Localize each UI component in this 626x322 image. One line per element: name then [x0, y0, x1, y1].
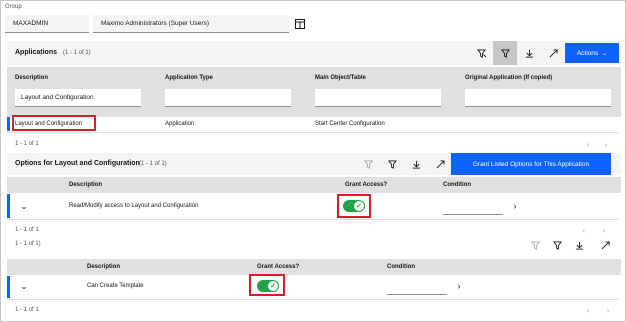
chevron-down-icon: ⌄	[602, 50, 608, 57]
col-application-type: Application Type	[165, 75, 213, 81]
option-description: Read/Modify access to Layout and Configu…	[69, 203, 199, 209]
options-count: (1 - 1 of 1)	[139, 161, 167, 167]
chevron-left-icon[interactable]: ‹	[581, 303, 595, 317]
collapse-icon[interactable]	[543, 43, 563, 63]
filter-original-application-input[interactable]	[465, 89, 611, 107]
download-icon[interactable]	[571, 237, 587, 253]
highlight-box	[249, 274, 285, 296]
chevron-right-icon[interactable]: ›	[451, 277, 467, 295]
filter-icon[interactable]	[549, 237, 565, 253]
group-application-window: Group MAXADMIN Maximo Administrators (Su…	[0, 0, 626, 322]
applications-title: Applications	[15, 49, 58, 56]
col-main-object: Main Object/Table	[315, 75, 366, 81]
grant-listed-options-button[interactable]: Grant Listed Options for This Applicatio…	[451, 153, 611, 175]
col-description: Description	[87, 264, 121, 270]
chevron-down-icon[interactable]: ⌄	[17, 199, 31, 213]
collapse-icon[interactable]	[431, 155, 449, 173]
table-icon[interactable]	[291, 15, 309, 33]
filter-icon[interactable]	[383, 155, 401, 173]
chevron-right-icon[interactable]: ›	[599, 137, 613, 151]
highlight-box	[337, 194, 371, 218]
clear-filter-icon[interactable]	[359, 155, 377, 173]
chevron-left-icon[interactable]: ‹	[581, 137, 595, 151]
selected-row-indicator	[7, 276, 10, 298]
options-title: Options for Layout and Configuration	[15, 160, 140, 167]
divider	[7, 219, 621, 220]
chevron-right-icon[interactable]: ›	[597, 223, 611, 237]
sub-option-description: Can Create Template	[87, 283, 144, 289]
filter-application-type-input[interactable]	[165, 89, 291, 107]
divider	[7, 132, 621, 133]
divider	[7, 299, 621, 300]
chevron-right-icon[interactable]: ›	[507, 197, 523, 215]
group-label: Group	[5, 4, 22, 10]
row-main-object: Start Center Configuration	[315, 121, 385, 127]
clear-filter-icon[interactable]	[527, 237, 543, 253]
col-description: Description	[69, 182, 103, 188]
filter-description-input[interactable]: Layout and Configuration	[15, 89, 141, 107]
condition-input[interactable]	[443, 197, 503, 215]
collapse-icon[interactable]	[597, 237, 613, 253]
actions-button[interactable]: Actions ⌄	[565, 43, 619, 63]
options-pagination: 1 - 1 of 1	[15, 227, 39, 233]
group-description-field[interactable]: Maximo Administrators (Super Users)	[93, 15, 289, 33]
chevron-right-icon[interactable]: ›	[601, 303, 615, 317]
filter-main-object-input[interactable]	[315, 89, 441, 107]
col-condition: Condition	[387, 264, 415, 270]
col-condition: Condition	[443, 182, 471, 188]
sub-options-pagination: 1 - 1 of 1	[15, 307, 39, 313]
col-grant-access: Grant Access?	[345, 182, 388, 188]
col-original-application: Original Application (If copied)	[465, 75, 553, 81]
highlight-box	[12, 115, 96, 131]
download-icon[interactable]	[407, 155, 425, 173]
col-grant-access: Grant Access?	[257, 264, 300, 270]
chevron-down-icon[interactable]: ⌄	[17, 279, 31, 293]
row-application-type: Application	[165, 121, 195, 127]
col-description: Description	[15, 75, 49, 81]
applications-count: (1 - 1 of 1)	[63, 50, 91, 56]
applications-pagination: 1 - 1 of 1	[15, 141, 39, 147]
condition-input[interactable]	[387, 277, 447, 295]
clear-filter-icon[interactable]	[471, 43, 491, 63]
selected-row-indicator	[7, 194, 10, 218]
actions-label: Actions	[576, 49, 599, 57]
download-icon[interactable]	[519, 43, 539, 63]
group-id-field[interactable]: MAXADMIN	[5, 15, 89, 33]
filter-icon[interactable]	[493, 41, 517, 65]
sub-options-count: 1 - 1 of 1)	[15, 241, 41, 247]
chevron-left-icon[interactable]: ‹	[577, 223, 591, 237]
selected-row-indicator	[7, 117, 10, 131]
